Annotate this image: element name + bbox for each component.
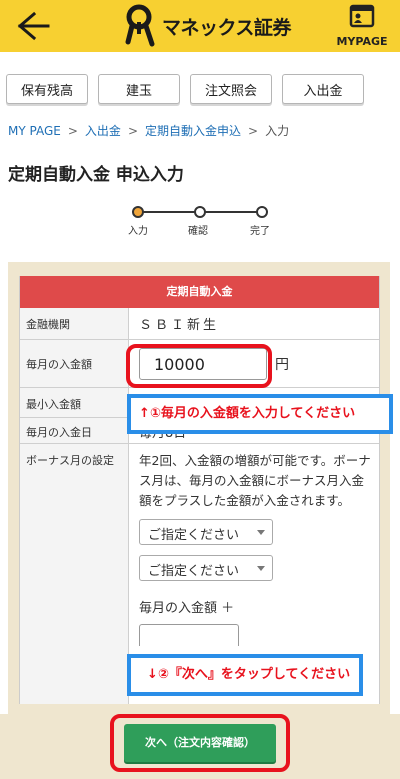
- breadcrumb-auto-deposit[interactable]: 定期自動入金申込: [145, 124, 241, 138]
- table-title: 定期自動入金: [20, 276, 379, 308]
- bonus-amount-label: 毎月の入金額 ＋: [139, 601, 235, 616]
- next-button-highlight-ring: [110, 714, 290, 772]
- breadcrumb-separator: >: [67, 124, 78, 138]
- brand-name: マネックス証券: [162, 16, 291, 39]
- page-title: 定期自動入金 申込入力: [8, 165, 184, 185]
- bonus-month-select-1-value: ご指定ください: [148, 528, 240, 543]
- back-arrow-icon[interactable]: [14, 6, 54, 46]
- bonus-month-select-2[interactable]: ご指定ください: [139, 555, 273, 581]
- amount-unit: 円: [275, 357, 289, 373]
- mypage-label: MYPAGE: [336, 35, 388, 48]
- tab-holdings[interactable]: 保有残高: [6, 74, 88, 104]
- step-label-confirm: 確認: [188, 226, 208, 237]
- step-dot-complete: [256, 206, 268, 218]
- sub-navigation-tabs: 保有残高 建玉 注文照会 入出金: [6, 74, 400, 104]
- bank-value: ＳＢＩ新生: [139, 318, 220, 333]
- step-label-complete: 完了: [250, 226, 270, 237]
- instruction-callout-1: ↑①毎月の入金額を入力してください: [127, 394, 393, 434]
- bonus-description: 年2回、入金額の増額が可能です。ボーナス月は、毎月の入金額にボーナス月入金額をプ…: [139, 453, 371, 508]
- auto-deposit-table: 定期自動入金 金融機関 ＳＢＩ新生 毎月の入金額 10000 円 最小入金額 毎…: [19, 276, 380, 704]
- breadcrumb-current: 入力: [265, 124, 290, 138]
- breadcrumb: MY PAGE > 入出金 > 定期自動入金申込 > 入力: [8, 122, 289, 139]
- bonus-amount-input[interactable]: [139, 624, 239, 646]
- tab-deposit-withdrawal[interactable]: 入出金: [282, 74, 364, 104]
- amount-highlight-ring: [126, 344, 272, 388]
- step-dot-input: [132, 206, 144, 218]
- tab-positions[interactable]: 建玉: [98, 74, 180, 104]
- amount-label: 毎月の入金額: [20, 340, 129, 387]
- breadcrumb-mypage[interactable]: MY PAGE: [8, 124, 61, 138]
- bonus-month-select-2-value: ご指定ください: [148, 564, 240, 579]
- minimum-label: 最小入金額: [20, 388, 129, 417]
- instruction-callout-2: ↓②『次へ』をタップしてください: [127, 654, 363, 696]
- day-label: 毎月の入金日: [20, 418, 129, 443]
- chevron-down-icon: [257, 566, 265, 571]
- tab-order-inquiry[interactable]: 注文照会: [190, 74, 272, 104]
- brand-logo: マネックス証券: [120, 4, 291, 48]
- form-panel: 定期自動入金 金融機関 ＳＢＩ新生 毎月の入金額 10000 円 最小入金額 毎…: [8, 262, 390, 714]
- app-header: マネックス証券 MYPAGE: [0, 0, 400, 52]
- progress-steps: 入力 確認 完了: [128, 204, 278, 238]
- mypage-button[interactable]: MYPAGE: [330, 2, 394, 50]
- step-label-input: 入力: [128, 226, 148, 237]
- monex-logo-icon: [125, 4, 155, 47]
- breadcrumb-deposit[interactable]: 入出金: [85, 124, 121, 138]
- mypage-icon: [349, 4, 375, 28]
- row-bank: 金融機関 ＳＢＩ新生: [20, 308, 379, 340]
- bonus-label: ボーナス月の設定: [20, 444, 129, 704]
- bank-label: 金融機関: [20, 308, 129, 339]
- chevron-down-icon: [257, 530, 265, 535]
- breadcrumb-separator: >: [248, 124, 259, 138]
- breadcrumb-separator: >: [127, 124, 138, 138]
- bonus-month-select-1[interactable]: ご指定ください: [139, 519, 273, 545]
- step-dot-confirm: [194, 206, 206, 218]
